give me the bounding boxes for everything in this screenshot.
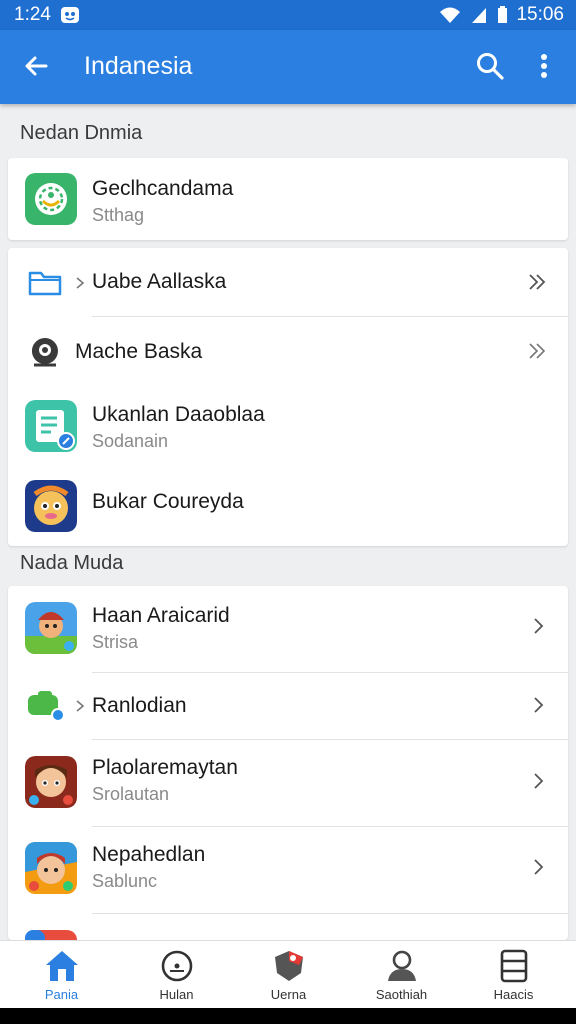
status-time-right: 15:06 (516, 4, 564, 25)
list-item-title: Bukar Coureyda (92, 490, 244, 513)
list-item-subtitle: Sodanain (92, 431, 169, 451)
compass-icon (161, 950, 193, 982)
chevron-right-icon (534, 773, 544, 789)
card-list-1: Uabe Aallaska Mache Baska Ukanlan Daaobl… (8, 248, 568, 546)
list-item[interactable]: Nepahedlan Sablunc (8, 827, 568, 914)
list-item[interactable]: Uabe Aallaska (8, 248, 568, 317)
list-item-subtitle: Stthag (92, 205, 145, 225)
bottom-navigation: Pania Hulan Uerna Saothiah Haacis (0, 940, 576, 1008)
search-icon[interactable] (474, 50, 506, 82)
list-item-subtitle: Strisa (92, 632, 139, 652)
chevron-right-icon (76, 700, 85, 712)
list-item[interactable]: Bukar Coureyda (8, 467, 568, 546)
app-icon-green (25, 173, 77, 225)
app-icon-partial (25, 930, 77, 940)
section-header: Nedan Dnmia (20, 122, 143, 144)
system-nav-bar (0, 1008, 576, 1024)
camera-icon (31, 338, 58, 367)
nav-label: Saothiah (375, 987, 428, 1002)
list-item-subtitle: Sablunc (92, 871, 158, 891)
game-app-icon (25, 756, 77, 808)
page-title: Indanesia (84, 52, 193, 80)
shield-icon (275, 951, 303, 981)
nav-item-profile[interactable]: Saothiah (344, 941, 459, 1009)
chevron-right-icon (534, 697, 544, 713)
nav-label: Hulan (159, 987, 194, 1002)
nav-item-shield[interactable]: Uerna (231, 941, 346, 1009)
list-item[interactable]: Mache Baska (8, 317, 568, 387)
nav-item-list[interactable]: Haacis (456, 941, 571, 1009)
list-item-subtitle: Srolautan (92, 784, 170, 804)
nav-item-home[interactable]: Pania (4, 941, 119, 1009)
double-chevron-icon (529, 343, 546, 359)
list-item[interactable]: Geclhcandama Stthag (8, 158, 568, 240)
more-options-icon[interactable] (532, 50, 556, 82)
app-bar: Indanesia (0, 30, 576, 104)
wifi-icon (440, 7, 461, 23)
list-item[interactable]: Plaolaremaytan Srolautan (8, 740, 568, 827)
list-item-title: Plaolaremaytan (92, 756, 238, 779)
status-bar: 1:24 15:06 (0, 0, 576, 30)
list-item[interactable]: Haan Araicarid Strisa (8, 586, 568, 673)
list-icon (500, 949, 528, 983)
nav-item-compass[interactable]: Hulan (119, 941, 234, 1009)
folder-icon (28, 271, 62, 296)
status-time-left: 1:24 (14, 4, 51, 25)
chevron-right-icon (534, 618, 544, 634)
notification-icon (60, 7, 79, 23)
list-item-partial[interactable] (8, 914, 568, 940)
chevron-right-icon (534, 859, 544, 875)
nav-label: Haacis (493, 987, 534, 1002)
back-arrow-icon[interactable] (20, 50, 52, 82)
game-app-icon (25, 480, 77, 532)
list-item-title: Mache Baska (75, 340, 203, 363)
list-item-title: Ranlodian (92, 694, 187, 717)
list-item-title: Haan Araicarid (92, 604, 230, 627)
game-app-icon (25, 842, 77, 894)
card-list-2: Haan Araicarid Strisa Ranlodian Plaolare… (8, 586, 568, 940)
card-featured: Geclhcandama Stthag (8, 158, 568, 240)
document-app-icon (25, 400, 77, 452)
list-item-title: Ukanlan Daaoblaa (92, 403, 265, 426)
chevron-right-icon (76, 277, 85, 289)
battery-icon (498, 6, 508, 23)
list-item[interactable]: Ranlodian (8, 673, 568, 740)
section-header: Nada Muda (20, 552, 124, 574)
double-chevron-icon (529, 274, 546, 290)
list-item-title: Geclhcandama (92, 177, 234, 200)
signal-icon (472, 8, 487, 23)
chat-app-icon (28, 691, 65, 722)
list-item[interactable]: Ukanlan Daaoblaa Sodanain (8, 387, 568, 467)
person-icon (388, 950, 416, 981)
nav-label: Uerna (270, 987, 307, 1002)
list-item-title: Uabe Aallaska (92, 270, 227, 293)
list-item-title: Nepahedlan (92, 843, 206, 866)
nav-label: Pania (44, 987, 79, 1002)
game-app-icon (25, 602, 77, 654)
home-icon (46, 951, 78, 981)
